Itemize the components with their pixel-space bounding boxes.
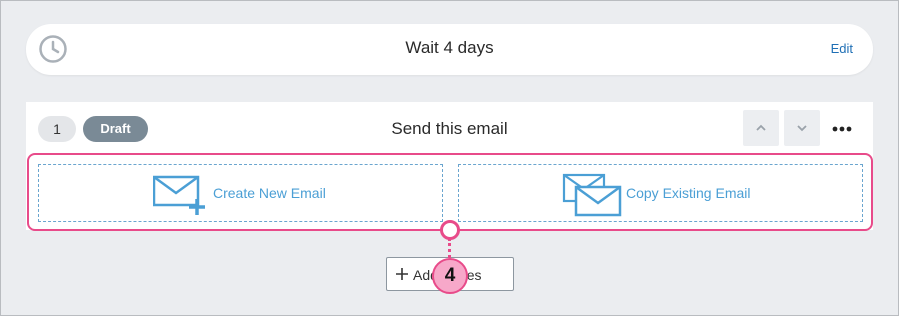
copy-existing-email-label: Copy Existing Email [626,185,751,201]
chevron-down-icon [797,125,807,132]
move-up-button[interactable] [743,110,779,146]
copy-existing-email-option[interactable]: Copy Existing Email [458,164,863,222]
edit-link[interactable]: Edit [831,41,853,56]
envelope-plus-icon [153,175,205,215]
more-options-icon[interactable] [829,116,855,142]
create-new-email-label: Create New Email [213,185,326,201]
plus-icon [396,268,408,280]
move-down-button[interactable] [784,110,820,146]
create-new-email-option[interactable]: Create New Email [38,164,443,222]
chevron-up-icon [756,124,766,131]
wait-step-title: Wait 4 days [405,38,494,57]
wait-step-card: Wait 4 days Edit [26,24,873,75]
envelopes-copy-icon [562,173,622,217]
annotation-step-marker: 4 [432,258,468,294]
annotation-anchor-dot [440,220,460,240]
